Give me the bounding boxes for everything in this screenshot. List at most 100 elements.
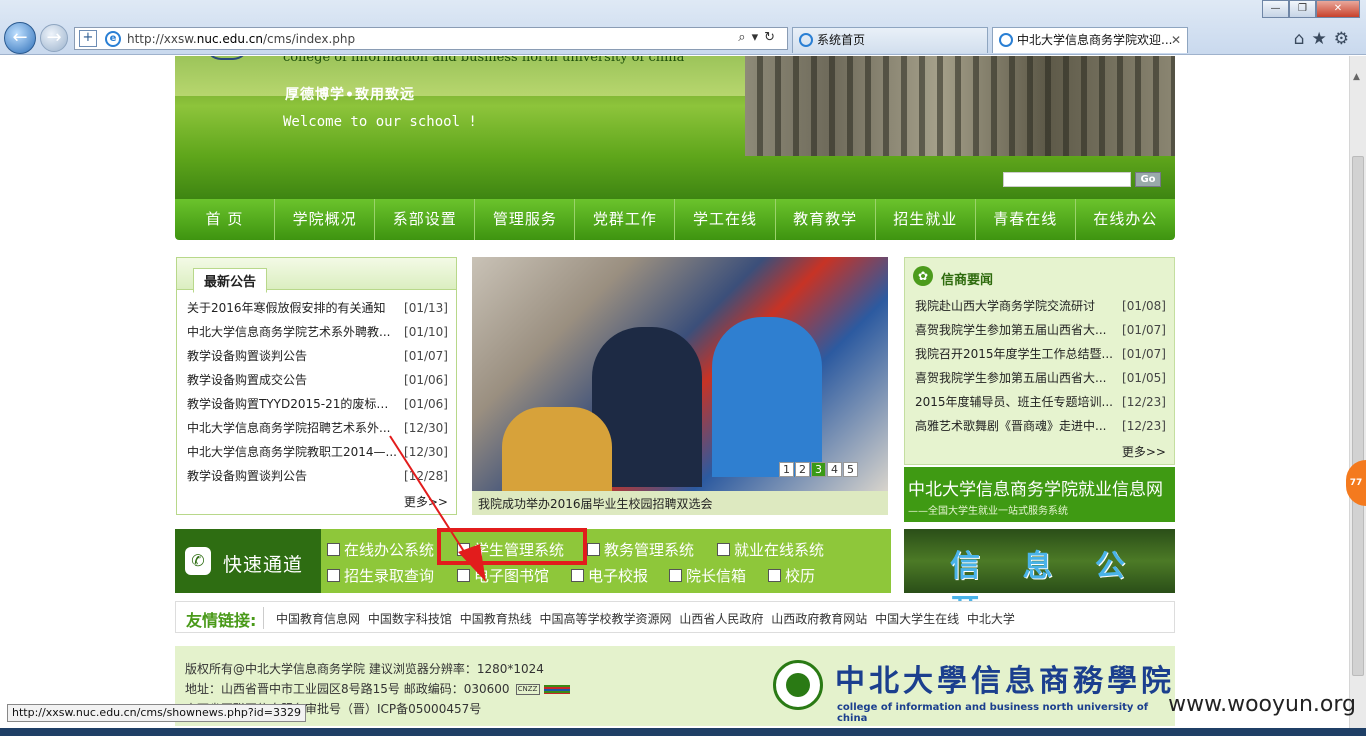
highlight-box: [437, 528, 587, 565]
notice-item[interactable]: 关于2016年寒假放假安排的有关通知 [01/13]: [177, 296, 456, 320]
gear-icon[interactable]: ⚙: [1334, 29, 1356, 49]
notice-item[interactable]: 教学设备购置成交公告 [01/06]: [177, 368, 456, 392]
news-item-date: [01/07]: [1122, 347, 1166, 361]
minimize-button[interactable]: —: [1262, 0, 1289, 18]
browser-tools[interactable]: ⌂★⚙: [1294, 29, 1356, 49]
ie-tab-icon: [999, 33, 1013, 47]
tab-system-home[interactable]: 系统首页: [792, 27, 988, 53]
news-item-date: [12/23]: [1122, 395, 1166, 409]
cnzz-badge[interactable]: CNZZ: [515, 684, 540, 695]
nav-item-admissions[interactable]: 招生就业: [876, 199, 976, 240]
notice-item-title[interactable]: 教学设备购置谈判公告: [187, 464, 307, 488]
nav-item-home[interactable]: 首 页: [175, 199, 276, 240]
employment-info-banner[interactable]: 中北大学信息商务学院就业信息网 ——全国大学生就业一站式服务系统: [904, 467, 1175, 522]
friend-link[interactable]: 中国教育热线: [460, 612, 532, 626]
news-item[interactable]: 我院召开2015年度学生工作总结暨... [01/07]: [905, 342, 1174, 366]
nav-item-youth[interactable]: 青春在线: [976, 199, 1076, 240]
notice-item-title[interactable]: 关于2016年寒假放假安排的有关通知: [187, 296, 386, 320]
notice-item[interactable]: 教学设备购置谈判公告 [01/07]: [177, 344, 456, 368]
search-go-button[interactable]: Go: [1135, 172, 1161, 187]
news-item-title[interactable]: 2015年度辅导员、班主任专题培训...: [915, 390, 1113, 414]
address-bar[interactable]: + e http://xxsw.nuc.edu.cn/cms/index.php…: [74, 27, 788, 50]
quick-link-calendar[interactable]: 校历: [768, 565, 815, 586]
tab-college-welcome[interactable]: 中北大学信息商务学院欢迎... ✕: [992, 27, 1188, 53]
friend-link[interactable]: 山西省人民政府: [679, 612, 763, 626]
notice-item[interactable]: 中北大学信息商务学院艺术系外聘教... [01/10]: [177, 320, 456, 344]
notice-item-title[interactable]: 教学设备购置谈判公告: [187, 344, 307, 368]
slide-page-button[interactable]: 2: [795, 462, 810, 477]
news-item-title[interactable]: 高雅艺术歌舞剧《晋商魂》走进中...: [915, 414, 1106, 438]
news-item-title[interactable]: 我院赴山西大学商务学院交流研讨: [915, 294, 1095, 318]
nav-item-about[interactable]: 学院概况: [275, 199, 376, 240]
quick-link-academic-affairs[interactable]: 教务管理系统: [587, 539, 694, 560]
scroll-thumb[interactable]: [1352, 156, 1364, 676]
nav-item-party[interactable]: 党群工作: [575, 199, 676, 240]
news-item-title[interactable]: 我院召开2015年度学生工作总结暨...: [915, 342, 1113, 366]
site-search-input[interactable]: [1003, 172, 1131, 187]
notice-item-title[interactable]: 中北大学信息商务学院教职工2014—...: [187, 440, 397, 464]
forward-button[interactable]: →: [40, 24, 68, 52]
quick-link-president-mailbox[interactable]: 院长信箱: [669, 565, 746, 586]
friend-link[interactable]: 中国教育信息网: [276, 612, 360, 626]
friend-link[interactable]: 山西政府教育网站: [771, 612, 867, 626]
home-icon[interactable]: ⌂: [1294, 29, 1312, 49]
address-url[interactable]: http://xxsw.nuc.edu.cn/cms/index.php: [127, 32, 355, 46]
phone-icon: ✆: [185, 547, 211, 575]
notice-item-date: [01/13]: [404, 301, 448, 315]
quick-link-e-newspaper[interactable]: 电子校报: [571, 565, 648, 586]
news-item-title[interactable]: 喜贺我院学生参加第五届山西省大...: [915, 366, 1106, 390]
news-item[interactable]: 高雅艺术歌舞剧《晋商魂》走进中... [12/23]: [905, 414, 1174, 438]
news-item[interactable]: 2015年度辅导员、班主任专题培训... [12/23]: [905, 390, 1174, 414]
nav-item-teaching[interactable]: 教育教学: [776, 199, 876, 240]
notice-item-title[interactable]: 教学设备购置成交公告: [187, 368, 307, 392]
friend-link[interactable]: 中国高等学校教学资源网: [540, 612, 672, 626]
friend-link[interactable]: 中北大学: [967, 612, 1015, 626]
info-disclosure-banner[interactable]: 信 息 公 开: [904, 529, 1175, 628]
vertical-scrollbar[interactable]: ▲: [1349, 56, 1366, 736]
news-item-date: [01/08]: [1122, 299, 1166, 313]
quick-access-title: 快速通道: [223, 554, 304, 576]
news-item-date: [12/23]: [1122, 419, 1166, 433]
notice-item-title[interactable]: 中北大学信息商务学院招聘艺术系外...: [187, 416, 390, 440]
notice-item[interactable]: 教学设备购置TYYD2015-21的废标公告 [01/06]: [177, 392, 456, 416]
news-item[interactable]: 喜贺我院学生参加第五届山西省大... [01/07]: [905, 318, 1174, 342]
nav-item-office[interactable]: 在线办公: [1076, 199, 1175, 240]
favorites-star-icon[interactable]: ★: [1312, 29, 1334, 49]
nav-item-student-affairs[interactable]: 学工在线: [675, 199, 776, 240]
compat-view-icon[interactable]: +: [79, 30, 97, 47]
notice-item-title[interactable]: 中北大学信息商务学院艺术系外聘教...: [187, 320, 390, 344]
news-item-title[interactable]: 喜贺我院学生参加第五届山西省大...: [915, 318, 1106, 342]
slideshow-caption[interactable]: 我院成功举办2016届毕业生校园招聘双选会: [478, 495, 713, 512]
friend-link[interactable]: 中国数字科技馆: [368, 612, 452, 626]
notice-title[interactable]: 最新公告: [193, 268, 268, 293]
news-item-date: [01/07]: [1122, 323, 1166, 337]
news-item[interactable]: 喜贺我院学生参加第五届山西省大... [01/05]: [905, 366, 1174, 390]
close-window-button[interactable]: ✕: [1316, 0, 1360, 18]
slide-page-button[interactable]: 1: [779, 462, 794, 477]
slide-page-button[interactable]: 4: [827, 462, 842, 477]
ie-tab-icon: [799, 33, 813, 47]
slide-page-button[interactable]: 5: [843, 462, 858, 477]
leaf-icon: ✿: [913, 266, 933, 286]
college-seal-logo: [773, 660, 823, 710]
main-nav: 首 页 学院概况 系部设置 管理服务 党群工作 学工在线 教育教学 招生就业 青…: [175, 199, 1175, 240]
back-button[interactable]: ←: [4, 22, 36, 54]
address-controls[interactable]: ⌕▾↻: [738, 30, 781, 45]
mail-icon: [669, 569, 682, 582]
window-controls: — ❐ ✕: [1262, 0, 1360, 18]
nav-item-departments[interactable]: 系部设置: [375, 199, 476, 240]
nav-item-services[interactable]: 管理服务: [475, 199, 576, 240]
notice-item-title[interactable]: 教学设备购置TYYD2015-21的废标公告: [187, 392, 397, 416]
friend-link[interactable]: 中国大学生在线: [875, 612, 959, 626]
news-more-link[interactable]: 更多>>: [1122, 443, 1166, 460]
maximize-button[interactable]: ❐: [1289, 0, 1316, 18]
slideshow-image[interactable]: [472, 257, 888, 491]
web-page: college of information and business nort…: [0, 56, 1349, 736]
close-tab-icon[interactable]: ✕: [1171, 28, 1181, 52]
quick-link-employment-system[interactable]: 就业在线系统: [717, 539, 824, 560]
slide-page-button-active[interactable]: 3: [811, 462, 826, 477]
campus-building-image: [745, 56, 1175, 156]
notice-item-date: [01/07]: [404, 349, 448, 363]
scroll-up-icon[interactable]: ▲: [1353, 72, 1360, 82]
news-item[interactable]: 我院赴山西大学商务学院交流研讨 [01/08]: [905, 294, 1174, 318]
